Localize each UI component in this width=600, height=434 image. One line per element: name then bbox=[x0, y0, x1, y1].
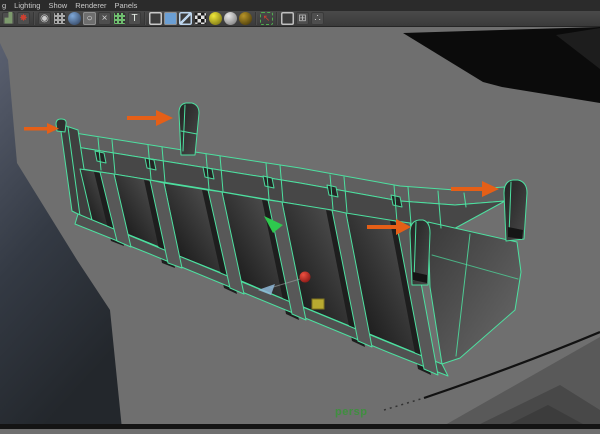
camera-sphere-icon[interactable] bbox=[68, 12, 81, 25]
annotation-arrow-2 bbox=[127, 110, 173, 126]
separator bbox=[255, 12, 257, 25]
menu-panels[interactable]: Panels bbox=[115, 0, 138, 11]
panel-toolbar: ▟ ✸ ◉ ○ × T ↖ ⊞ ∴ bbox=[0, 11, 600, 27]
menu-show[interactable]: Show bbox=[48, 0, 67, 11]
second-hinge-knob bbox=[178, 102, 200, 156]
annotation-arrow-1 bbox=[24, 123, 59, 134]
menu-renderer[interactable]: Renderer bbox=[75, 0, 106, 11]
exposure-share-icon[interactable]: ∴ bbox=[311, 12, 324, 25]
film-gate-icon[interactable] bbox=[53, 12, 66, 25]
snap-red-icon[interactable]: ✸ bbox=[17, 12, 30, 25]
partial-toolbar-icon[interactable]: ▟ bbox=[2, 12, 15, 25]
panel-menu-bar: g Lighting Show Renderer Panels bbox=[0, 0, 600, 11]
safe-action-icon[interactable] bbox=[113, 12, 126, 25]
center-handle[interactable] bbox=[311, 298, 325, 310]
menu-shading-partial[interactable]: g bbox=[2, 0, 6, 11]
bottom-right-dotted-edge bbox=[383, 397, 425, 411]
camera-label: persp bbox=[335, 406, 367, 418]
no-lights-icon[interactable] bbox=[239, 12, 252, 25]
gate-mask-icon[interactable]: ○ bbox=[83, 12, 96, 25]
menu-lighting[interactable]: Lighting bbox=[14, 0, 40, 11]
all-lights-icon[interactable] bbox=[209, 12, 222, 25]
resolution-gate-eye-icon[interactable]: ◉ bbox=[38, 12, 51, 25]
checker-material-icon[interactable] bbox=[194, 12, 207, 25]
selected-mesh-model[interactable] bbox=[55, 102, 528, 377]
separator bbox=[276, 12, 278, 25]
xray-cube-icon[interactable] bbox=[281, 12, 294, 25]
shaded-mode-icon[interactable] bbox=[164, 12, 177, 25]
3d-viewport[interactable]: persp bbox=[0, 27, 600, 429]
toolbar-icons: ▟ ✸ ◉ ○ × T ↖ ⊞ ∴ bbox=[1, 12, 325, 25]
xray-joints-cube-icon[interactable]: ⊞ bbox=[296, 12, 309, 25]
separator bbox=[144, 12, 146, 25]
left-end-hinge-knob bbox=[55, 118, 67, 133]
separator bbox=[33, 12, 35, 25]
paint-select-icon[interactable]: ↖ bbox=[260, 12, 273, 25]
textured-mode-icon[interactable] bbox=[179, 12, 192, 25]
safe-title-icon[interactable]: T bbox=[128, 12, 141, 25]
x-axis-handle[interactable] bbox=[299, 271, 311, 283]
viewport-canvas: persp bbox=[0, 27, 600, 429]
field-chart-icon[interactable]: × bbox=[98, 12, 111, 25]
bottom-border-strip bbox=[0, 424, 600, 429]
wireframe-mode-icon[interactable] bbox=[149, 12, 162, 25]
default-light-icon[interactable] bbox=[224, 12, 237, 25]
